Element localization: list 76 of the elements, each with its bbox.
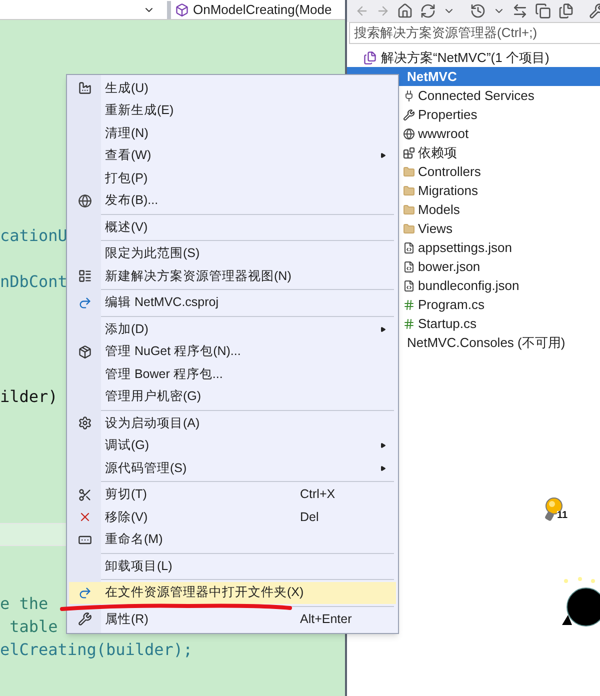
menu-item[interactable]: 卸载项目(L) bbox=[69, 555, 396, 578]
tree-item[interactable]: Program.cs bbox=[418, 294, 484, 314]
menu-item[interactable]: 设为启动项目(A) bbox=[69, 412, 396, 434]
factory-icon bbox=[78, 81, 92, 96]
menu-item[interactable]: 重新生成(E) bbox=[69, 100, 396, 122]
globe-icon bbox=[78, 194, 92, 208]
tree-item[interactable]: Migrations bbox=[418, 180, 478, 200]
code-line: e the bbox=[0, 594, 48, 613]
tree-item[interactable]: appsettings.json bbox=[418, 238, 512, 258]
solution-icon bbox=[363, 50, 377, 64]
hash-icon bbox=[403, 298, 415, 310]
tree-item[interactable]: 依赖项 bbox=[418, 142, 457, 162]
blocks-icon bbox=[403, 146, 415, 158]
code-line: nDbCont bbox=[0, 272, 68, 291]
cube-icon bbox=[175, 2, 189, 16]
tree-item[interactable]: Properties bbox=[418, 104, 478, 124]
package-icon bbox=[78, 344, 92, 359]
menu-item[interactable]: 查看(W) bbox=[69, 144, 396, 167]
arrows-icon[interactable] bbox=[512, 3, 528, 19]
code-line: table bbox=[8, 617, 58, 636]
menu-item[interactable]: 打包(P) bbox=[69, 167, 396, 190]
tree-item[interactable]: Models bbox=[418, 200, 460, 220]
settings-icon bbox=[78, 416, 92, 430]
folder-icon bbox=[403, 184, 415, 196]
sync-icon[interactable] bbox=[420, 3, 436, 19]
curved-arrow-icon bbox=[78, 296, 92, 310]
tree-item[interactable]: NetMVC.Consoles (不可用) bbox=[407, 332, 566, 352]
menu-item[interactable]: 重命名(M) bbox=[69, 528, 396, 551]
tree-item[interactable]: Startup.cs bbox=[418, 314, 477, 334]
file-icon bbox=[403, 242, 415, 254]
search-field[interactable]: 搜索解决方案资源管理器(Ctrl+;) bbox=[349, 22, 600, 44]
scissors-icon bbox=[78, 488, 92, 502]
menu-item[interactable]: 属性(R) Alt+Enter bbox=[69, 608, 396, 630]
sticker-drawing bbox=[560, 577, 600, 627]
menu-item[interactable]: 概述(V) bbox=[69, 216, 396, 238]
tree-item[interactable]: bower.json bbox=[418, 256, 480, 276]
code-line: elCreating(builder); bbox=[0, 640, 193, 659]
menu-item[interactable]: 管理 NuGet 程序包(N)... bbox=[69, 340, 396, 363]
tree-item[interactable]: bundleconfig.json bbox=[418, 276, 520, 296]
menu-item[interactable]: 新建解决方案资源管理器视图(N) bbox=[69, 265, 396, 288]
home-icon[interactable] bbox=[397, 3, 413, 19]
tree-item[interactable]: Controllers bbox=[418, 162, 481, 182]
folder-icon bbox=[403, 166, 415, 178]
wrench-icon bbox=[403, 108, 415, 120]
wrench-icon bbox=[78, 612, 92, 626]
count-label: 11 bbox=[557, 511, 568, 521]
tree-item[interactable]: wwwroot bbox=[418, 124, 469, 144]
menu-item[interactable]: 发布(B)... bbox=[69, 190, 396, 212]
folder-icon bbox=[403, 222, 415, 234]
menu-item[interactable]: 源代码管理(S) bbox=[69, 457, 396, 480]
globe-icon bbox=[403, 128, 415, 140]
tree-item[interactable]: 解决方案“NetMVC”(1 个项目) bbox=[381, 48, 550, 68]
code-line: ilder) bbox=[0, 387, 58, 406]
curved-arrow-icon bbox=[78, 586, 92, 600]
file-icon bbox=[403, 280, 415, 292]
menu-item[interactable]: 清理(N) bbox=[69, 122, 396, 144]
history-icon[interactable] bbox=[470, 3, 486, 19]
list-window-icon bbox=[78, 269, 92, 284]
tree-item[interactable]: Connected Services bbox=[418, 86, 534, 106]
menu-item[interactable]: 限定为此范围(S) bbox=[69, 242, 396, 265]
menu-item[interactable]: 编辑 NetMVC.csproj bbox=[69, 292, 396, 314]
menu-item[interactable]: 添加(D) bbox=[69, 318, 396, 340]
hash-icon bbox=[403, 318, 415, 330]
menu-item[interactable]: 调试(G) bbox=[69, 434, 396, 457]
menu-item[interactable]: 剪切(T) Ctrl+X bbox=[69, 484, 396, 506]
menu-item[interactable]: 在文件资源管理器中打开文件夹(X) bbox=[69, 582, 396, 604]
plug-icon bbox=[403, 90, 415, 102]
pages-icon[interactable] bbox=[558, 3, 574, 19]
folder-icon bbox=[403, 204, 415, 216]
menu-item[interactable]: 管理 Bower 程序包... bbox=[69, 363, 396, 386]
tree-item[interactable]: Views bbox=[418, 218, 452, 238]
menu-item[interactable]: 管理用户机密(G) bbox=[69, 386, 396, 408]
menu-item[interactable]: 移除(V) Del bbox=[69, 506, 396, 528]
file-icon bbox=[403, 260, 415, 272]
copy-icon[interactable] bbox=[535, 3, 551, 19]
code-line: cationU bbox=[0, 226, 68, 245]
